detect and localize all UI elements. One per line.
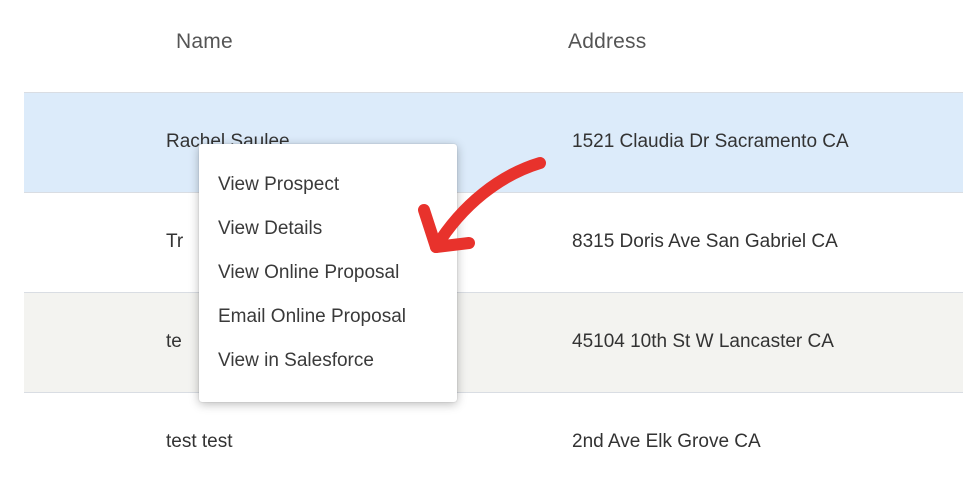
row-context-menu: View Prospect View Details View Online P… bbox=[199, 144, 457, 402]
table-body: Rachel Saulee 1521 Claudia Dr Sacramento… bbox=[24, 92, 963, 486]
row-address-cell: 8315 Doris Ave San Gabriel CA bbox=[572, 231, 838, 252]
row-name-cell: te bbox=[166, 331, 182, 352]
table-row[interactable]: Tr 8315 Doris Ave San Gabriel CA bbox=[24, 193, 963, 293]
column-header-address[interactable]: Address bbox=[568, 30, 646, 54]
row-address-cell: 2nd Ave Elk Grove CA bbox=[572, 431, 761, 452]
menu-item-view-online-proposal[interactable]: View Online Proposal bbox=[199, 258, 457, 302]
table-row[interactable]: te 45104 10th St W Lancaster CA bbox=[24, 293, 963, 393]
table-row[interactable]: test test 2nd Ave Elk Grove CA bbox=[24, 393, 963, 486]
row-address-cell: 45104 10th St W Lancaster CA bbox=[572, 331, 834, 352]
menu-item-view-details[interactable]: View Details bbox=[199, 214, 457, 258]
menu-item-email-online-proposal[interactable]: Email Online Proposal bbox=[199, 302, 457, 346]
table-header: Name Address bbox=[0, 0, 963, 92]
row-address-cell: 1521 Claudia Dr Sacramento CA bbox=[572, 131, 849, 152]
column-header-name[interactable]: Name bbox=[176, 30, 233, 54]
row-name-cell: test test bbox=[166, 431, 233, 452]
prospects-table-screen: Name Address Rachel Saulee 1521 Claudia … bbox=[0, 0, 963, 486]
table-row[interactable]: Rachel Saulee 1521 Claudia Dr Sacramento… bbox=[24, 93, 963, 193]
menu-item-view-in-salesforce[interactable]: View in Salesforce bbox=[199, 346, 457, 390]
menu-item-view-prospect[interactable]: View Prospect bbox=[199, 170, 457, 214]
row-name-cell: Tr bbox=[166, 231, 184, 252]
